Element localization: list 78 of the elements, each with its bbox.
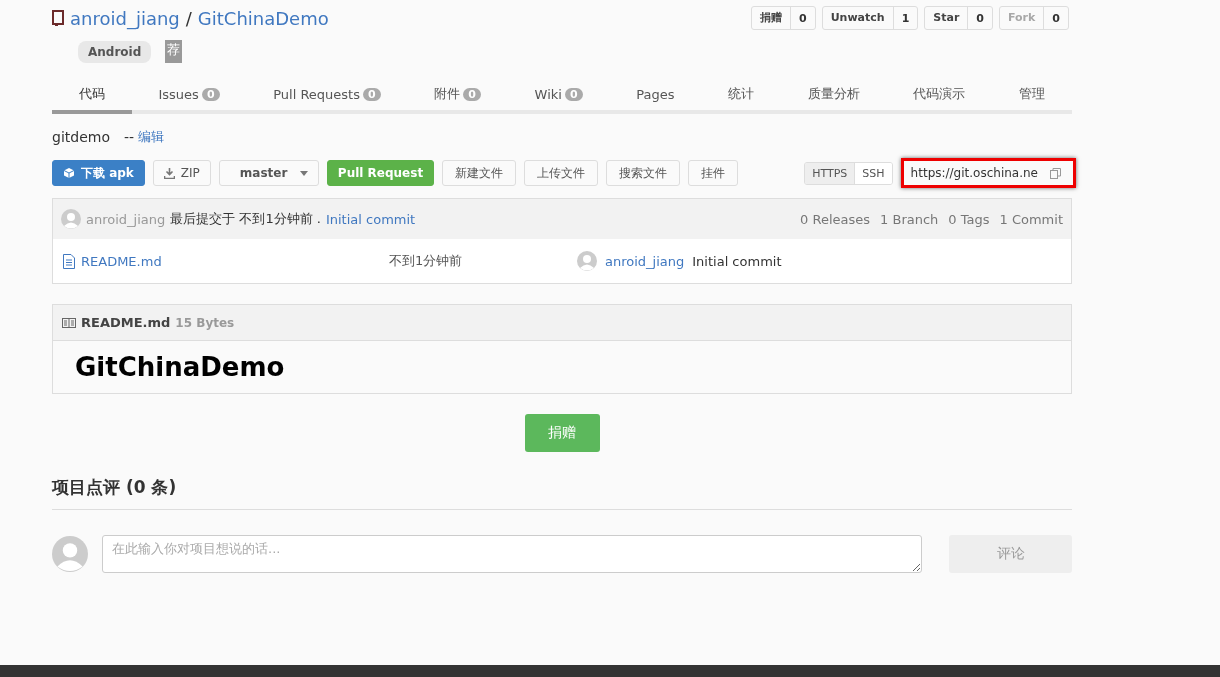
book-icon xyxy=(62,317,76,328)
nav-tab[interactable]: 代码 xyxy=(52,79,132,114)
nav-tab[interactable]: 管理 xyxy=(992,79,1072,114)
action-button-group[interactable]: Unwatch 1 xyxy=(821,6,919,30)
tab-count-badge: 0 xyxy=(201,87,220,101)
file-name-link[interactable]: README.md xyxy=(81,253,162,269)
path-separator: / xyxy=(185,7,192,29)
action-button-group[interactable]: Star 0 xyxy=(924,6,993,30)
owner-link[interactable]: anroid_jiang xyxy=(70,7,180,29)
nav-tab[interactable]: 统计 xyxy=(701,79,781,114)
repo-book-icon xyxy=(52,10,64,26)
tab-label: 统计 xyxy=(728,85,755,103)
nav-tab[interactable]: 代码演示 xyxy=(886,79,993,114)
action-label: Fork xyxy=(999,7,1045,29)
tab-count-badge: 0 xyxy=(564,87,583,101)
tab-label: Pages xyxy=(636,86,675,102)
tab-label: Wiki xyxy=(534,86,562,102)
toolbar-button[interactable]: 上传文件 xyxy=(524,160,599,186)
action-count: 0 xyxy=(1051,11,1061,25)
repo-stat-link[interactable]: 0 Releases xyxy=(800,211,871,227)
description-separator: -- xyxy=(123,129,135,145)
file-author-link[interactable]: anroid_jiang xyxy=(605,253,685,269)
nav-tab[interactable]: Pull Requests 0 xyxy=(246,79,408,114)
repo-stat-link[interactable]: 0 Tags xyxy=(948,211,990,227)
zip-download-button[interactable]: ZIP xyxy=(152,160,211,186)
action-label: Star xyxy=(925,7,969,29)
tab-label: 质量分析 xyxy=(807,85,860,103)
tab-count-badge: 0 xyxy=(463,87,481,101)
avatar-icon xyxy=(52,536,88,572)
nav-tab[interactable]: Pages xyxy=(609,79,702,114)
action-label: 捐赠 xyxy=(752,7,791,29)
caret-icon xyxy=(299,170,308,176)
repo-description: gitdemo xyxy=(52,129,110,145)
language-tag: Android xyxy=(78,40,152,63)
readme-size: 15 Bytes xyxy=(175,315,235,330)
comment-input[interactable]: 在此输入你对项目想说的话... xyxy=(102,535,922,573)
commit-message-link[interactable]: Initial commit xyxy=(325,211,416,227)
action-button-group[interactable]: 捐赠 0 xyxy=(751,6,816,30)
tab-label: Pull Requests xyxy=(273,86,360,102)
nav-tab[interactable]: 质量分析 xyxy=(781,79,887,114)
tab-label: 代码 xyxy=(78,85,105,103)
file-commit-message: Initial commit xyxy=(692,253,782,269)
readme-filename: README.md xyxy=(81,315,171,330)
file-icon xyxy=(63,253,75,269)
tab-count-badge: 0 xyxy=(363,87,381,101)
cube-icon xyxy=(63,167,75,179)
comments-title: 项目点评 (0 条) xyxy=(52,476,1072,510)
nav-tab[interactable]: Wiki 0 xyxy=(507,79,610,114)
readme-heading: GitChinaDemo xyxy=(75,351,286,384)
repo-stat-link[interactable]: 1 Branch xyxy=(880,211,939,227)
copy-icon xyxy=(1050,167,1061,179)
action-count: 0 xyxy=(798,11,808,25)
avatar-icon xyxy=(577,251,597,271)
edit-link[interactable]: 编辑 xyxy=(138,128,165,146)
protocol-button[interactable]: HTTPS xyxy=(805,162,855,184)
action-count: 1 xyxy=(900,11,911,25)
toolbar-button[interactable]: 挂件 xyxy=(688,160,739,186)
commit-time-text: 最后提交于 不到1分钟前 . xyxy=(170,210,321,228)
nav-tab[interactable]: Issues 0 xyxy=(131,79,247,114)
action-count: 0 xyxy=(975,11,985,25)
repo-name-link[interactable]: GitChinaDemo xyxy=(197,7,329,29)
tab-label: 代码演示 xyxy=(913,85,966,103)
recommend-badge: 荐 xyxy=(165,40,183,63)
branch-dropdown[interactable]: master xyxy=(218,160,319,186)
download-icon xyxy=(163,167,175,179)
action-label: Unwatch xyxy=(822,7,894,29)
toolbar-button[interactable]: 搜索文件 xyxy=(606,160,681,186)
toolbar-button[interactable]: 新建文件 xyxy=(442,160,517,186)
download-apk-button[interactable]: 下载 apk xyxy=(52,160,145,186)
tab-label: 管理 xyxy=(1019,85,1046,103)
protocol-button[interactable]: SSH xyxy=(854,162,892,184)
clone-url-field[interactable]: https://git.oschina.ne xyxy=(900,158,1076,188)
tab-label: 附件 xyxy=(434,85,461,103)
file-time: 不到1分钟前 xyxy=(389,252,464,270)
nav-tab[interactable]: 附件 0 xyxy=(407,79,508,114)
avatar-icon xyxy=(61,209,81,229)
tab-label: Issues xyxy=(158,86,199,102)
repo-stat-link[interactable]: 1 Commit xyxy=(999,211,1063,227)
